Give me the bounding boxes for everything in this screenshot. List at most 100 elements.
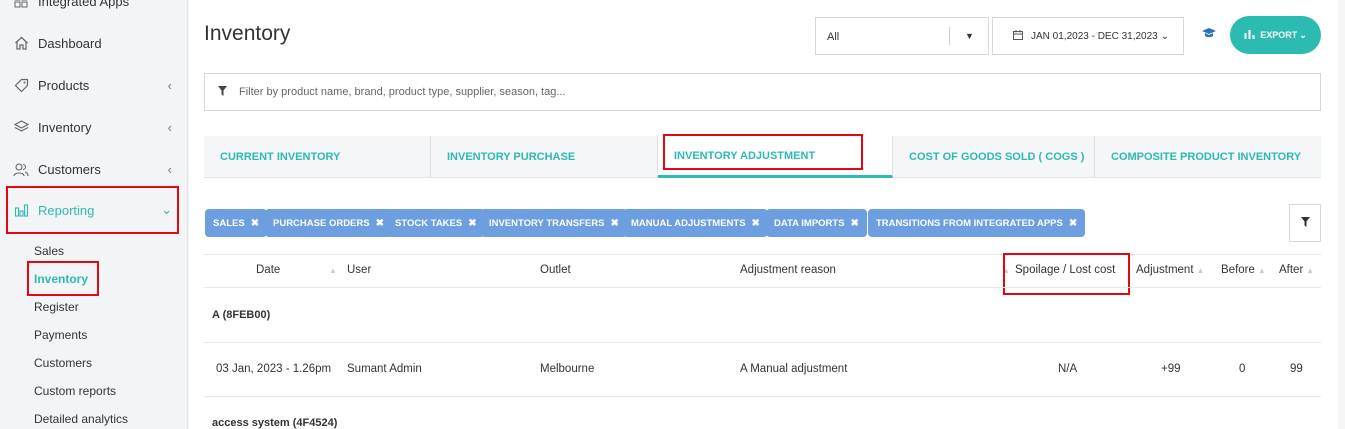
chip-label: STOCK TAKES	[395, 217, 463, 229]
sidebar-subitem-customers[interactable]: Customers	[34, 356, 92, 370]
filter-chip-purchase-orders[interactable]: PURCHASE ORDERS ✖	[265, 209, 392, 237]
sidebar-item-inventory[interactable]: Inventory ‹	[0, 106, 188, 148]
filter-icon	[1300, 216, 1310, 230]
chip-label: INVENTORY TRANSFERS	[489, 217, 605, 229]
sidebar-item-label: Inventory	[38, 119, 92, 135]
chevron-left-icon: ‹	[167, 77, 172, 93]
cell-adjustment-reason: A Manual adjustment	[740, 363, 848, 375]
calendar-icon	[1013, 29, 1023, 43]
users-icon	[12, 160, 30, 178]
chevron-down-icon: ⌄	[1160, 30, 1170, 42]
filter-icon	[218, 85, 227, 99]
filter-chip-stock-takes[interactable]: STOCK TAKES ✖	[387, 209, 485, 237]
highlight-box	[6, 186, 179, 234]
cell-outlet: Melbourne	[540, 363, 595, 375]
sort-icon[interactable]: ▲	[1306, 266, 1314, 275]
page-title: Inventory	[204, 22, 291, 45]
divider	[204, 396, 1321, 397]
cell-date: 03 Jan, 2023 - 1.26pm	[216, 363, 332, 375]
close-icon[interactable]: ✖	[610, 218, 618, 229]
sidebar-item-customers[interactable]: Customers ‹	[0, 148, 188, 190]
column-header-outlet: Outlet	[540, 264, 571, 276]
chevron-down-icon: ⌄	[1299, 29, 1307, 40]
sidebar-subitem-register[interactable]: Register	[34, 300, 79, 314]
filter-chip-manual-adjustments[interactable]: MANUAL ADJUSTMENTS ✖	[623, 209, 768, 237]
chip-label: SALES	[213, 217, 245, 229]
sort-icon[interactable]: ▲	[329, 266, 337, 275]
tag-icon	[12, 76, 30, 94]
column-header-label: After	[1279, 264, 1304, 276]
main-content: Inventory All ▼ JAN 01,2023 - DEC 31,202…	[189, 0, 1345, 429]
group-header: access system (4F4524)	[212, 417, 338, 429]
column-header-label: Before	[1221, 264, 1255, 276]
date-range-picker[interactable]: JAN 01,2023 - DEC 31,2023 ⌄	[992, 17, 1184, 55]
filter-chip-transitions-from-integrated-apps[interactable]: TRANSITIONS FROM INTEGRATED APPS ✖	[868, 209, 1086, 237]
close-icon[interactable]: ✖	[251, 218, 259, 229]
highlight-box	[663, 134, 863, 170]
filter-chip-inventory-transfers[interactable]: INVENTORY TRANSFERS ✖	[481, 209, 627, 237]
close-icon[interactable]: ✖	[752, 218, 760, 229]
cell-after: 99	[1290, 363, 1303, 375]
cell-spoilage: N/A	[1058, 363, 1078, 375]
column-header-label: Date	[256, 264, 281, 276]
outlet-select[interactable]: All ▼	[815, 17, 989, 55]
sidebar-item-label: Integrated Apps	[38, 0, 130, 9]
tab-inventory-purchase[interactable]: INVENTORY PURCHASE	[431, 136, 658, 178]
divider	[204, 254, 1321, 255]
sidebar-subitem-custom-reports[interactable]: Custom reports	[34, 384, 116, 398]
sidebar-item-integrated-apps[interactable]: Integrated Apps	[0, 0, 188, 22]
column-header-after[interactable]: After ▲	[1279, 264, 1314, 276]
bar-chart-icon	[1244, 29, 1255, 42]
cell-adjustment: +99	[1161, 363, 1181, 375]
column-header-date[interactable]: Date	[256, 264, 280, 276]
close-icon[interactable]: ✖	[468, 218, 476, 229]
sidebar: Integrated Apps Dashboard Products ‹ Inv…	[0, 0, 188, 429]
layers-icon	[12, 118, 30, 136]
sidebar-subitem-sales[interactable]: Sales	[34, 244, 64, 258]
graduation-cap-icon[interactable]	[1202, 27, 1216, 42]
group-header: A (8FEB00)	[212, 309, 271, 321]
tab-composite-product-inventory[interactable]: COMPOSITE PRODUCT INVENTORY	[1095, 136, 1321, 178]
filter-search-field[interactable]: Filter by product name, brand, product t…	[204, 73, 1321, 111]
tab-cogs[interactable]: COST OF GOODS SOLD ( COGS )	[893, 136, 1095, 178]
column-header-user: User	[347, 264, 372, 276]
scrollbar[interactable]	[1338, 0, 1345, 429]
sidebar-item-dashboard[interactable]: Dashboard	[0, 22, 188, 64]
divider	[204, 287, 1321, 288]
close-icon[interactable]: ✖	[851, 218, 859, 229]
filter-chip-sales[interactable]: SALES ✖	[205, 209, 268, 237]
close-icon[interactable]: ✖	[376, 218, 384, 229]
sidebar-subitem-detailed-analytics[interactable]: Detailed analytics	[34, 412, 128, 426]
cell-user: Sumant Admin	[347, 363, 422, 375]
column-header-adjustment[interactable]: Adjustment ▲	[1136, 264, 1204, 276]
sidebar-subitem-payments[interactable]: Payments	[34, 328, 87, 342]
chip-label: DATA IMPORTS	[774, 217, 845, 229]
select-divider	[949, 27, 950, 45]
export-button[interactable]: EXPORT ⌄	[1230, 16, 1321, 54]
home-icon	[12, 34, 30, 52]
export-label: EXPORT	[1260, 30, 1298, 40]
filter-chip-data-imports[interactable]: DATA IMPORTS ✖	[766, 209, 867, 237]
outlet-select-value: All	[827, 31, 840, 43]
highlight-box	[27, 261, 99, 296]
column-filter-button[interactable]	[1289, 204, 1321, 242]
sort-icon[interactable]: ▲	[1258, 266, 1266, 275]
caret-down-icon: ▼	[965, 31, 974, 41]
sidebar-item-products[interactable]: Products ‹	[0, 64, 188, 106]
tab-current-inventory[interactable]: CURRENT INVENTORY	[204, 136, 431, 178]
chip-label: MANUAL ADJUSTMENTS	[631, 217, 746, 229]
cell-before: 0	[1239, 363, 1246, 375]
filter-placeholder: Filter by product name, brand, product t…	[239, 86, 566, 98]
sidebar-item-label: Dashboard	[38, 35, 102, 51]
grid-icon	[12, 0, 30, 10]
column-header-before[interactable]: Before ▲	[1221, 264, 1266, 276]
divider	[204, 342, 1321, 343]
chevron-left-icon: ‹	[167, 119, 172, 135]
sidebar-item-label: Customers	[38, 161, 101, 177]
close-icon[interactable]: ✖	[1069, 218, 1077, 229]
sort-icon[interactable]: ▲	[1197, 266, 1205, 275]
chip-label: TRANSITIONS FROM INTEGRATED APPS	[876, 217, 1063, 229]
chevron-left-icon: ‹	[167, 161, 172, 177]
highlight-box	[1003, 253, 1130, 295]
sidebar-item-label: Products	[38, 77, 90, 93]
